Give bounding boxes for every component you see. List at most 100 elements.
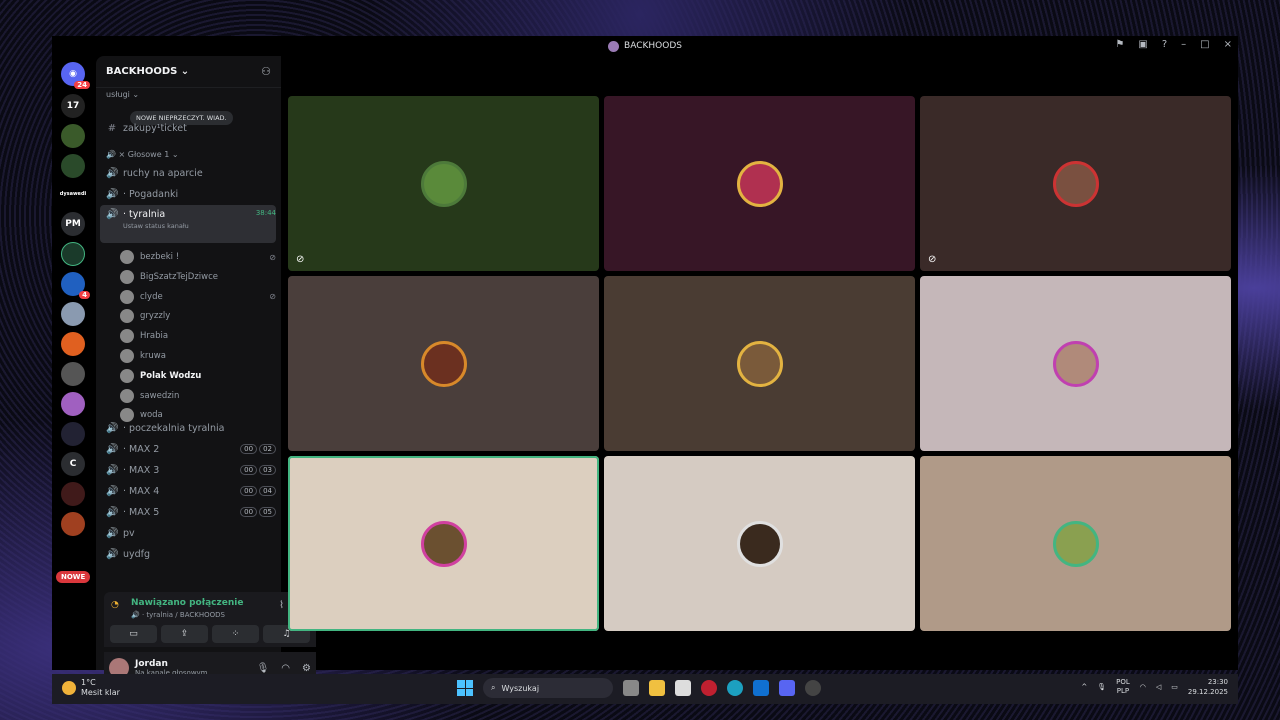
opera-icon[interactable] bbox=[701, 680, 717, 696]
channel-label: pv bbox=[123, 527, 135, 539]
participant-tile[interactable] bbox=[920, 456, 1231, 631]
server-c[interactable]: C bbox=[61, 452, 85, 476]
battery-icon[interactable]: ▭ bbox=[1171, 683, 1178, 691]
server-icon-3[interactable] bbox=[61, 154, 85, 178]
home-button[interactable]: ◉ 24 bbox=[61, 62, 90, 89]
activities-button[interactable]: ⁘ bbox=[212, 625, 259, 643]
clock[interactable]: 23:30 29.12.2025 bbox=[1188, 677, 1228, 697]
discord-window: BACKHOODS ⚑ ▣ ? – □ × ◉ 24 17 dysawedi PM… bbox=[52, 36, 1238, 684]
gear-icon[interactable]: ⚙ bbox=[302, 663, 311, 674]
server-dysawedi[interactable]: dysawedi bbox=[60, 182, 87, 206]
language-indicator[interactable]: POL PLP bbox=[1116, 678, 1130, 696]
server-icon-10[interactable] bbox=[61, 512, 85, 536]
member-name: kruwa bbox=[140, 351, 166, 361]
speaker-icon: 🔊 bbox=[106, 209, 119, 220]
voice-poczekalnia[interactable]: 🔊 · poczekalnia tyralnia bbox=[100, 418, 276, 438]
participant-tile[interactable] bbox=[288, 456, 599, 631]
file-explorer-icon[interactable] bbox=[649, 680, 665, 696]
server-pm[interactable]: PM bbox=[61, 212, 85, 236]
channel-label: · MAX 2 bbox=[123, 443, 160, 455]
guild-header[interactable]: BACKHOODS ⌄ ⚇ bbox=[96, 56, 281, 88]
server-icon-2[interactable] bbox=[61, 124, 85, 148]
store-icon[interactable] bbox=[675, 680, 691, 696]
participant-tile[interactable] bbox=[920, 276, 1231, 451]
participant-tile[interactable] bbox=[604, 456, 915, 631]
add-member-icon[interactable]: ⚇ bbox=[261, 65, 271, 78]
voice-tyralnia[interactable]: 🔊 · tyralnia Ustaw status kanału 38:44 bbox=[100, 205, 276, 243]
window-title: BACKHOODS bbox=[624, 41, 682, 51]
voice-member[interactable]: sawedzin bbox=[120, 387, 276, 405]
avatar bbox=[120, 349, 134, 363]
app-icon[interactable] bbox=[805, 680, 821, 696]
avatar bbox=[1052, 160, 1099, 207]
guild-name: BACKHOODS bbox=[106, 66, 178, 77]
server-icon-7[interactable] bbox=[61, 392, 85, 416]
start-button[interactable] bbox=[457, 680, 473, 696]
category-glosowe[interactable]: 🔊 × Głosowe 1 ⌄ bbox=[106, 150, 179, 159]
mic-icon[interactable]: 🎙 bbox=[257, 663, 270, 674]
channel-timer: 38:44 bbox=[255, 209, 276, 217]
screenshare-button[interactable]: ⇪ bbox=[161, 625, 208, 643]
screen-icon[interactable]: ▣ bbox=[1138, 39, 1147, 50]
server-icon-9[interactable] bbox=[61, 482, 85, 506]
wifi-icon[interactable]: ◠ bbox=[1140, 683, 1146, 691]
mic-tray-icon[interactable]: 🎙 bbox=[1097, 683, 1106, 691]
category-uslugi[interactable]: usługi ⌄ bbox=[106, 90, 139, 99]
voice-max5[interactable]: 🔊 · MAX 5 00 05 bbox=[100, 502, 276, 522]
server-icon-6[interactable] bbox=[61, 362, 85, 386]
edge-icon[interactable] bbox=[727, 680, 743, 696]
outlook-icon[interactable] bbox=[753, 680, 769, 696]
discord-icon[interactable] bbox=[779, 680, 795, 696]
voice-member[interactable]: kruwa bbox=[120, 347, 276, 365]
weather-widget[interactable]: 1°C Mesit klar bbox=[62, 678, 120, 698]
taskbar-search[interactable]: ⌕ Wyszukaj bbox=[483, 678, 613, 698]
headphones-icon[interactable]: ◠ bbox=[281, 663, 290, 674]
voice-member[interactable]: BigSzatzTejDziwce bbox=[120, 268, 276, 286]
server-icon-5[interactable] bbox=[61, 332, 85, 356]
participant-tile[interactable] bbox=[288, 276, 599, 451]
voice-member[interactable]: gryzzly bbox=[120, 307, 276, 325]
volume-icon[interactable]: ◁ bbox=[1156, 683, 1161, 691]
voice-pogadanki[interactable]: 🔊 · Pogadanki bbox=[100, 184, 276, 204]
server-icon-4[interactable] bbox=[61, 302, 85, 326]
video-grid: ⊘ ⊘ bbox=[288, 96, 1233, 632]
server-badge: 4 bbox=[79, 291, 90, 299]
participant-tile[interactable] bbox=[604, 276, 915, 451]
server-icon-blue[interactable]: 4 bbox=[61, 272, 90, 299]
voice-uydfg[interactable]: 🔊 uydfg bbox=[100, 544, 276, 564]
server-17[interactable]: 17 bbox=[61, 94, 85, 118]
channel-status[interactable]: Ustaw status kanału bbox=[123, 222, 189, 230]
inbox-icon[interactable]: ⚑ bbox=[1115, 39, 1124, 50]
close-button[interactable]: × bbox=[1224, 39, 1232, 50]
signal-icon[interactable]: ◔ bbox=[111, 600, 119, 610]
voice-ruchy[interactable]: 🔊 ruchy na aparcie bbox=[100, 163, 276, 183]
participant-tile[interactable]: ⊘ bbox=[920, 96, 1231, 271]
avatar bbox=[1052, 520, 1099, 567]
voice-member[interactable]: Polak Wodzu bbox=[120, 367, 276, 385]
channel-label: · MAX 4 bbox=[123, 485, 160, 497]
voice-pv[interactable]: 🔊 pv bbox=[100, 523, 276, 543]
voice-max3[interactable]: 🔊 · MAX 3 00 03 bbox=[100, 460, 276, 480]
task-view-icon[interactable] bbox=[623, 680, 639, 696]
voice-max4[interactable]: 🔊 · MAX 4 00 04 bbox=[100, 481, 276, 501]
speaker-icon: 🔊 bbox=[106, 167, 119, 179]
noise-suppression-icon[interactable]: ⌇ bbox=[279, 600, 284, 611]
server-icon-8[interactable] bbox=[61, 422, 85, 446]
participant-tile[interactable]: ⊘ bbox=[288, 96, 599, 271]
voice-member[interactable]: Hrabia bbox=[120, 327, 276, 345]
connection-channel[interactable]: 🔊 · tyralnia / BACKHOODS bbox=[131, 611, 225, 619]
maximize-button[interactable]: □ bbox=[1200, 39, 1209, 50]
server-arh[interactable] bbox=[61, 242, 85, 266]
minimize-button[interactable]: – bbox=[1181, 39, 1186, 50]
chevron-up-icon[interactable]: ^ bbox=[1081, 683, 1087, 691]
voice-max2[interactable]: 🔊 · MAX 2 00 02 bbox=[100, 439, 276, 459]
new-messages-pill[interactable]: NOWE bbox=[56, 571, 91, 583]
voice-member[interactable]: clyde ⊘ bbox=[120, 288, 276, 306]
voice-member[interactable]: bezbeki ! ⊘ bbox=[120, 248, 276, 266]
channel-zakupy[interactable]: # zakupy¹ticket bbox=[100, 118, 276, 138]
camera-button[interactable]: ▭ bbox=[110, 625, 157, 643]
avatar bbox=[736, 340, 783, 387]
server-icon bbox=[608, 40, 620, 52]
help-icon[interactable]: ? bbox=[1162, 39, 1167, 50]
participant-tile[interactable] bbox=[604, 96, 915, 271]
